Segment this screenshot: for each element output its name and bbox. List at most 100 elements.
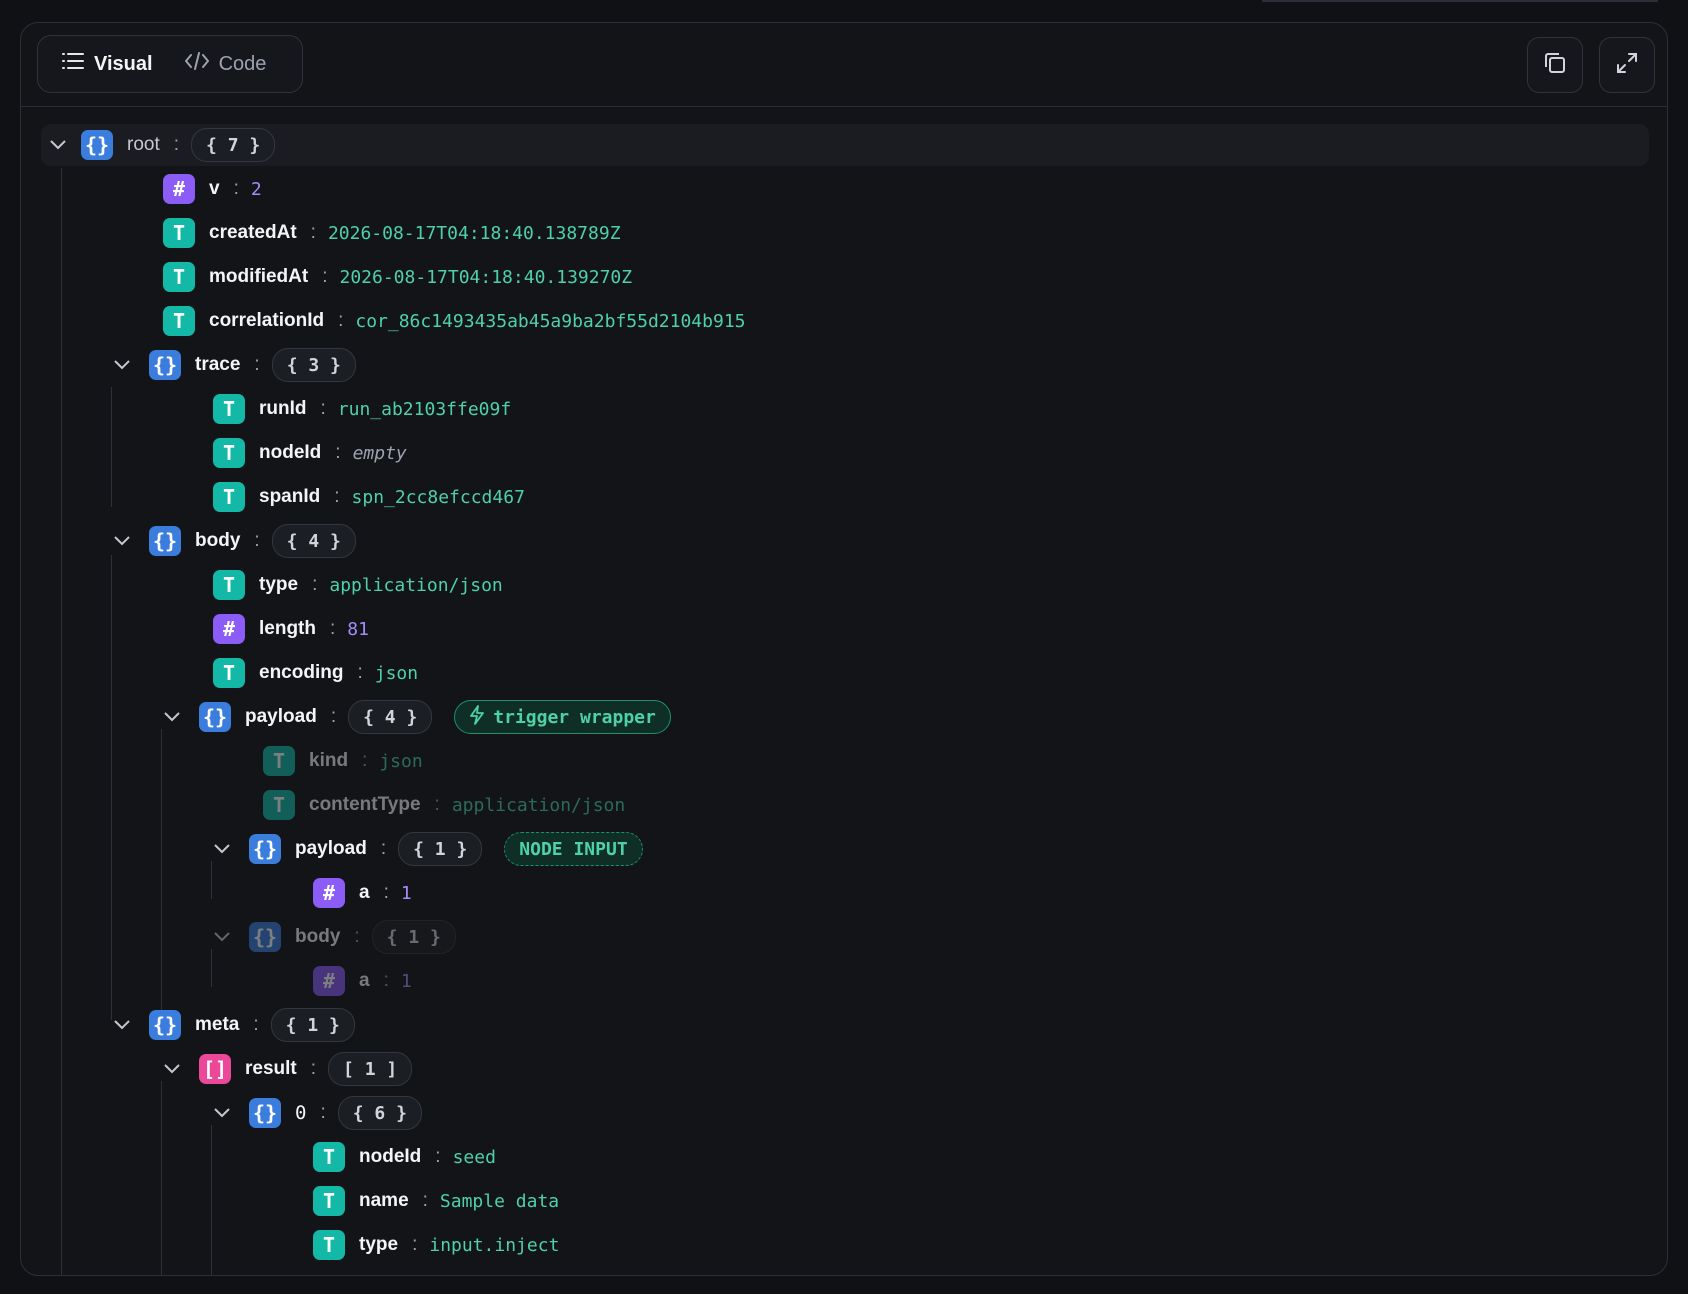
tree-node-length[interactable]: # length : 81 — [213, 610, 369, 648]
chevron-down-icon[interactable] — [161, 1058, 183, 1080]
tab-code-label: Code — [218, 52, 267, 75]
chevron-down-icon[interactable] — [47, 134, 69, 156]
separator: : — [412, 1234, 418, 1255]
object-type-icon: {} — [81, 130, 113, 160]
tree-node-contentType[interactable]: T contentType : application/json — [263, 786, 625, 824]
object-type-icon: {} — [149, 1010, 181, 1040]
chevron-down-icon[interactable] — [111, 1014, 133, 1036]
copy-button[interactable] — [1527, 37, 1583, 93]
tree-node-item-0[interactable]: {} 0 : { 6 } — [211, 1094, 422, 1132]
string-type-icon: T — [313, 1230, 345, 1260]
tree-node-body[interactable]: {} body : { 4 } — [111, 522, 356, 560]
tree-node-root[interactable]: {} root : { 7 } — [47, 126, 276, 164]
node-value: cor_86c1493435ab45a9ba2bf55d2104b915 — [355, 310, 746, 332]
tree-node-meta[interactable]: {} meta : { 1 } — [111, 1006, 355, 1044]
separator: : — [330, 706, 337, 727]
node-key: a — [359, 882, 370, 903]
tree-node-result[interactable]: [] result : [ 1 ] — [161, 1050, 413, 1088]
node-key: modifiedAt — [209, 266, 309, 287]
expand-icon — [1615, 51, 1639, 80]
string-type-icon: T — [263, 790, 295, 820]
tree-node-a[interactable]: # a : 1 — [313, 874, 412, 912]
chevron-down-icon[interactable] — [211, 838, 233, 860]
expand-button[interactable] — [1599, 37, 1655, 93]
separator: : — [362, 750, 368, 771]
separator: : — [354, 926, 360, 947]
chevron-down-icon[interactable] — [211, 926, 233, 948]
chevron-down-icon[interactable] — [211, 1102, 233, 1124]
object-type-icon: {} — [199, 702, 231, 732]
string-type-icon: T — [213, 394, 245, 424]
node-value: json — [379, 750, 423, 772]
tag-label: trigger wrapper — [493, 706, 656, 728]
separator: : — [310, 222, 316, 243]
node-key: a — [359, 970, 370, 991]
node-key: createdAt — [209, 222, 297, 243]
tree-node-nodeId-seed[interactable]: T nodeId : seed — [313, 1138, 496, 1176]
tree-node-correlationId[interactable]: T correlationId : cor_86c1493435ab45a9ba… — [163, 302, 746, 340]
tree-node-encoding[interactable]: T encoding : json — [213, 654, 418, 692]
string-type-icon: T — [213, 570, 245, 600]
tree-node-trace[interactable]: {} trace : { 3 } — [111, 346, 356, 384]
tree-node-spanId[interactable]: T spanId : spn_2cc8efccd467 — [213, 478, 525, 516]
child-count-badge: { 6 } — [337, 1096, 422, 1130]
node-key: name — [359, 1190, 409, 1211]
separator: : — [380, 838, 387, 859]
separator: : — [383, 970, 389, 991]
node-key: kind — [309, 750, 349, 771]
object-type-icon: {} — [249, 1098, 281, 1128]
string-type-icon: T — [163, 218, 195, 248]
node-key: result — [245, 1058, 297, 1079]
code-icon — [184, 52, 209, 76]
root-row-highlight — [41, 124, 1649, 166]
node-value: json — [374, 662, 419, 684]
node-key: payload — [245, 706, 317, 727]
tree-node-body-inner[interactable]: {} body : { 1 } — [211, 918, 456, 956]
string-type-icon: T — [213, 658, 245, 688]
tab-visual[interactable]: Visual — [46, 43, 169, 85]
tree-node-name[interactable]: T name : Sample data — [313, 1182, 559, 1220]
tree-node-payload-inner[interactable]: {} payload : { 1 } NODE INPUT — [211, 830, 643, 868]
tree-node-a[interactable]: # a : 1 — [313, 962, 412, 1000]
tree-node-nodeId[interactable]: T nodeId : empty — [213, 434, 407, 472]
viewer-toolbar: Visual Code — [21, 23, 1667, 107]
node-key: root — [127, 134, 160, 155]
tree-node-type[interactable]: T type : application/json — [213, 566, 503, 604]
child-count-badge: { 1 } — [398, 832, 483, 866]
guide-line — [161, 729, 162, 1020]
tree-node-type-inject[interactable]: T type : input.inject — [313, 1226, 559, 1264]
tree-node-createdAt[interactable]: T createdAt : 2026-08-17T04:18:40.138789… — [163, 214, 621, 252]
lightning-icon — [469, 704, 485, 730]
separator: : — [233, 178, 239, 199]
tab-code[interactable]: Code — [169, 43, 283, 85]
guide-line — [111, 555, 112, 1020]
node-key: correlationId — [209, 310, 325, 331]
string-type-icon: T — [213, 482, 245, 512]
tree-node-runId[interactable]: T runId : run_ab2103ffe09f — [213, 390, 511, 428]
tree-node-modifiedAt[interactable]: T modifiedAt : 2026-08-17T04:18:40.13927… — [163, 258, 632, 296]
tree-node-v[interactable]: # v : 2 — [163, 170, 262, 208]
object-type-icon: {} — [249, 922, 281, 952]
node-value: 1 — [400, 970, 412, 992]
object-type-icon: {} — [149, 526, 181, 556]
string-type-icon: T — [213, 438, 245, 468]
node-key: spanId — [259, 486, 321, 507]
node-value: 2026-08-17T04:18:40.139270Z — [339, 266, 633, 288]
separator: : — [330, 618, 336, 639]
node-key: contentType — [309, 794, 421, 815]
trigger-wrapper-tag: trigger wrapper — [454, 700, 671, 734]
node-value: Sample data — [439, 1190, 560, 1212]
child-count-badge: { 4 } — [271, 524, 356, 558]
chevron-down-icon[interactable] — [111, 530, 133, 552]
node-key: payload — [295, 838, 367, 859]
guide-line — [211, 1125, 212, 1275]
tree-node-payload[interactable]: {} payload : { 4 } trigger wrapper — [161, 698, 671, 736]
object-type-icon: {} — [249, 834, 281, 864]
node-key: trace — [195, 354, 241, 375]
child-count-badge: [ 1 ] — [328, 1052, 413, 1086]
chevron-down-icon[interactable] — [161, 706, 183, 728]
node-key: type — [359, 1234, 399, 1255]
chevron-down-icon[interactable] — [111, 354, 133, 376]
number-type-icon: # — [313, 878, 345, 908]
tree-node-kind[interactable]: T kind : json — [263, 742, 423, 780]
